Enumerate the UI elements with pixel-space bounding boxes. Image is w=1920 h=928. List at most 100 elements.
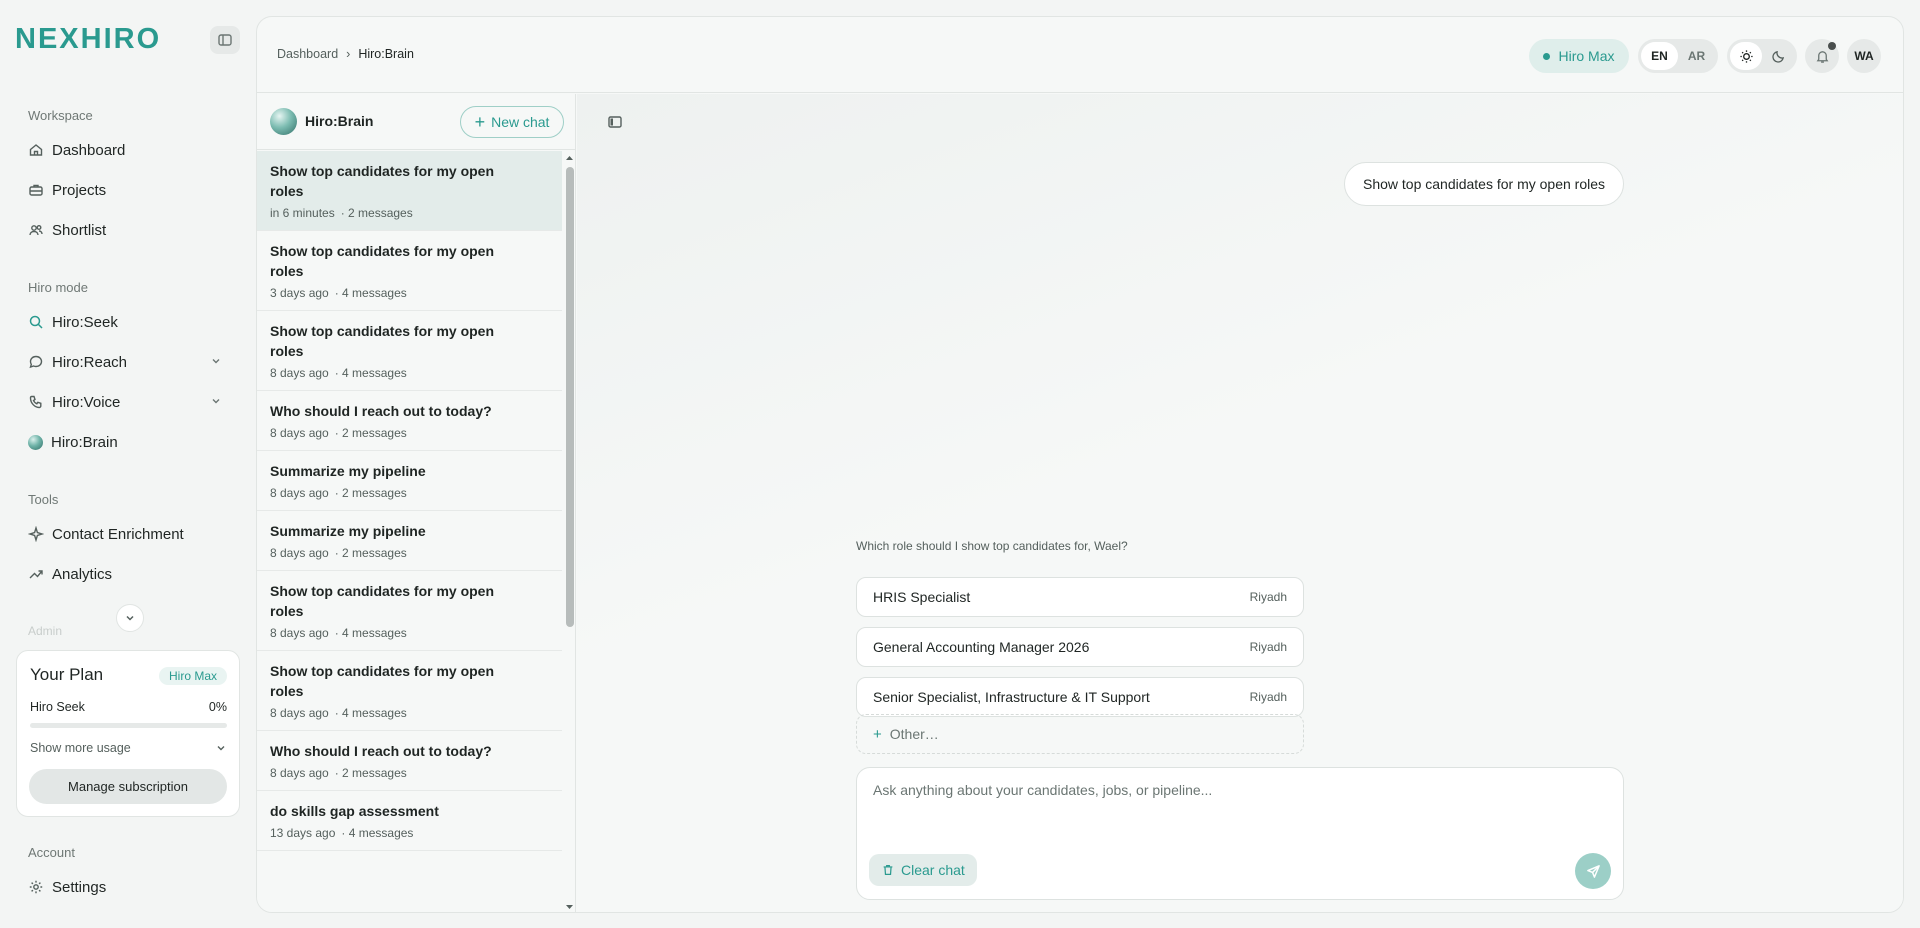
main-panel: Dashboard › Hiro:Brain Hiro Max EN AR WA…: [256, 16, 1904, 913]
plan-pill-label: Hiro Max: [1558, 48, 1615, 64]
plan-title: Your Plan: [30, 665, 104, 684]
show-more-usage-toggle[interactable]: Show more usage: [30, 741, 227, 755]
avatar[interactable]: WA: [1847, 39, 1881, 73]
sidebar-item-label: Projects: [52, 181, 107, 199]
sidebar-item-label: Hiro:Brain: [51, 433, 118, 451]
message-composer[interactable]: Ask anything about your candidates, jobs…: [856, 767, 1624, 900]
manage-subscription-button[interactable]: Manage subscription: [29, 769, 227, 804]
chat-message-count: · 2 messages: [334, 546, 407, 560]
assistant-question: Which role should I show top candidates …: [856, 539, 1128, 553]
chat-title: Summarize my pipeline: [270, 523, 426, 539]
role-option[interactable]: General Accounting Manager 2026 Riyadh: [856, 627, 1304, 667]
chat-time: 8 days ago: [270, 706, 329, 720]
chat-message-count: · 2 messages: [334, 426, 407, 440]
role-option[interactable]: HRIS Specialist Riyadh: [856, 577, 1304, 617]
message-input[interactable]: Ask anything about your candidates, jobs…: [873, 782, 1212, 798]
gear-icon: [29, 880, 43, 894]
chat-time: 8 days ago: [270, 766, 329, 780]
nexhiro-logo[interactable]: NEXHIRO: [15, 23, 161, 55]
chat-history-scrollbar[interactable]: [563, 151, 576, 912]
theme-toggle: [1727, 39, 1797, 73]
bell-icon: [1816, 50, 1828, 63]
sidebar-item-shortlist[interactable]: Shortlist: [18, 213, 230, 247]
sidebar-item-projects[interactable]: Projects: [18, 173, 230, 207]
sidebar-item-label: Analytics: [52, 565, 113, 583]
sidebar-item-label: Hiro:Voice: [52, 393, 121, 411]
user-message-bubble: Show top candidates for my open roles: [1344, 162, 1624, 206]
role-location: Riyadh: [1249, 590, 1287, 604]
plan-pill[interactable]: Hiro Max: [1529, 39, 1629, 73]
hiro-mode-section-label: Hiro mode: [28, 280, 88, 295]
chat-history-item[interactable]: Show top candidates for my open roles in …: [257, 151, 562, 231]
chat-title: Who should I reach out to today?: [270, 743, 492, 759]
chat-history-item[interactable]: Summarize my pipeline 8 days ago · 2 messa…: [257, 451, 562, 511]
sidebar-item-settings[interactable]: Settings: [18, 870, 230, 904]
plus-icon: +: [873, 725, 882, 743]
users-icon: [29, 225, 43, 236]
role-title: General Accounting Manager 2026: [873, 639, 1090, 655]
scrollbar-thumb[interactable]: [566, 167, 574, 627]
sidebar-scroll-down-button[interactable]: [116, 604, 144, 632]
lang-en-button[interactable]: EN: [1641, 42, 1678, 70]
account-section-label: Account: [28, 845, 75, 860]
panel-left-icon: [608, 116, 622, 128]
sidebar-item-hiro-voice[interactable]: Hiro:Voice: [18, 385, 230, 419]
sidebar-item-hiro-reach[interactable]: Hiro:Reach: [18, 345, 230, 379]
chat-meta: 8 days ago · 4 messages: [270, 366, 550, 380]
language-toggle: EN AR: [1638, 39, 1718, 73]
breadcrumb-current: Hiro:Brain: [358, 47, 414, 61]
toggle-history-panel-button[interactable]: [607, 114, 623, 130]
trend-icon: [29, 570, 43, 579]
role-option[interactable]: Senior Specialist, Infrastructure & IT S…: [856, 677, 1304, 717]
chat-history-item[interactable]: Show top candidates for my open roles 3 d…: [257, 231, 562, 311]
clear-chat-label: Clear chat: [901, 862, 965, 878]
other-role-option[interactable]: + Other…: [856, 714, 1304, 754]
chat-title: Who should I reach out to today?: [270, 403, 492, 419]
chat-message-count: · 4 messages: [334, 366, 407, 380]
home-icon: [29, 144, 43, 156]
sidebar-item-label: Shortlist: [52, 221, 107, 239]
scroll-down-arrow-icon: [566, 905, 573, 909]
chat-history-item[interactable]: Show top candidates for my open roles 8 d…: [257, 311, 562, 391]
chat-title: Show top candidates for my open roles: [270, 243, 495, 279]
sidebar-collapse-button[interactable]: [210, 26, 240, 54]
admin-section-label: Admin: [28, 624, 63, 638]
sidebar: NEXHIRO Workspace Dashboard Projects Sho…: [0, 0, 256, 928]
notification-dot-icon: [1828, 42, 1836, 50]
show-more-usage-label: Show more usage: [30, 741, 131, 755]
clear-chat-button[interactable]: Clear chat: [869, 854, 977, 886]
sidebar-item-label: Dashboard: [52, 141, 126, 159]
chat-history-item[interactable]: Who should I reach out to today? 8 days a…: [257, 391, 562, 451]
lang-ar-button[interactable]: AR: [1678, 42, 1715, 70]
new-chat-button[interactable]: + New chat: [460, 106, 564, 138]
chat-message-count: · 2 messages: [334, 486, 407, 500]
sidebar-item-label: Settings: [52, 878, 107, 896]
chat-history-item[interactable]: Show top candidates for my open roles 8 d…: [257, 571, 562, 651]
chat-area: Show top candidates for my open roles Wh…: [577, 94, 1903, 912]
sidebar-item-hiro-brain[interactable]: Hiro:Brain: [18, 425, 230, 459]
dark-mode-button[interactable]: [1762, 42, 1794, 70]
breadcrumb-dashboard[interactable]: Dashboard: [277, 47, 338, 61]
role-title: Senior Specialist, Infrastructure & IT S…: [873, 689, 1150, 705]
chat-history-item[interactable]: Summarize my pipeline 8 days ago · 2 messa…: [257, 511, 562, 571]
sidebar-item-hiro-seek[interactable]: Hiro:Seek: [18, 305, 230, 339]
chat-history-item[interactable]: Show top candidates for my open roles 8 d…: [257, 651, 562, 731]
notifications-button[interactable]: [1805, 39, 1839, 73]
top-bar: Dashboard › Hiro:Brain Hiro Max EN AR WA: [257, 17, 1903, 93]
chat-history-item[interactable]: Who should I reach out to today? 8 days a…: [257, 731, 562, 791]
chat-history-item[interactable]: do skills gap assessment 13 days ago · 4 m…: [257, 791, 562, 851]
brain-orb-icon: [28, 434, 43, 450]
sidebar-item-contact-enrichment[interactable]: Contact Enrichment: [18, 517, 230, 551]
workspace-section-label: Workspace: [28, 108, 93, 123]
chat-message-count: · 2 messages: [334, 766, 407, 780]
light-mode-button[interactable]: [1730, 42, 1762, 70]
sidebar-item-analytics[interactable]: Analytics: [18, 557, 230, 591]
chat-meta: 8 days ago · 4 messages: [270, 626, 550, 640]
send-button[interactable]: [1575, 853, 1611, 889]
breadcrumb-separator-icon: ›: [346, 47, 351, 61]
sidebar-item-dashboard[interactable]: Dashboard: [18, 133, 230, 167]
scroll-up-arrow-icon: [566, 156, 573, 160]
role-location: Riyadh: [1249, 690, 1287, 704]
send-icon: [1586, 864, 1600, 878]
chat-meta: 8 days ago · 2 messages: [270, 546, 550, 560]
